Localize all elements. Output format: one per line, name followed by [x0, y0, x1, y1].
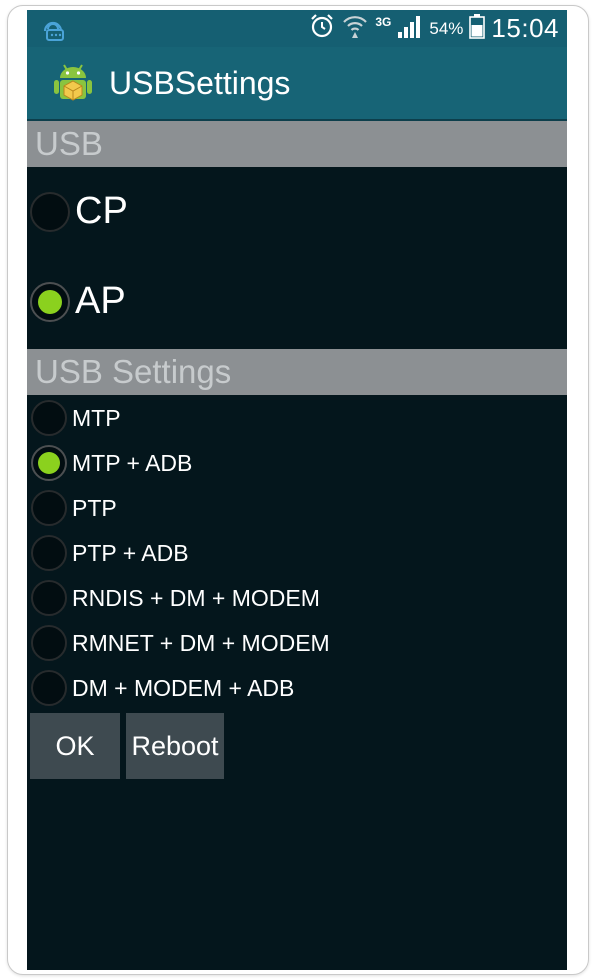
radio-button[interactable] — [31, 580, 67, 616]
app-title: USBSettings — [109, 65, 291, 101]
radio-button[interactable] — [31, 445, 67, 481]
usb-setting-mtp-adb[interactable]: MTP + ADB — [31, 445, 567, 481]
usb-option-cp[interactable]: CP — [30, 190, 567, 233]
usb-setting-rndis-dm-modem[interactable]: RNDIS + DM + MODEM — [31, 580, 567, 616]
radio-button[interactable] — [31, 490, 67, 526]
reboot-button[interactable]: Reboot — [126, 713, 224, 779]
radio-button[interactable] — [31, 625, 67, 661]
signal-bars-icon — [397, 14, 423, 43]
alarm-icon — [309, 13, 335, 44]
network-notification-icon — [39, 15, 67, 43]
usb-setting-label: MTP — [72, 404, 121, 431]
usb-setting-label: MTP + ADB — [72, 449, 193, 476]
usb-setting-label: PTP + ADB — [72, 539, 189, 566]
app-bar: USBSettings — [27, 47, 567, 121]
phone-screen: 3G 54% 15:04 USBSettings USB CP AP USB S… — [27, 10, 567, 970]
radio-button[interactable] — [31, 535, 67, 571]
usb-setting-label: RMNET + DM + MODEM — [72, 629, 330, 656]
battery-percent: 54% — [429, 18, 464, 38]
android-app-icon — [50, 60, 96, 106]
usb-setting-label: RNDIS + DM + MODEM — [72, 584, 320, 611]
usb-setting-dm-modem-adb[interactable]: DM + MODEM + ADB — [31, 670, 567, 706]
usb-setting-label: DM + MODEM + ADB — [72, 674, 295, 701]
battery-icon — [469, 13, 486, 44]
usb-option-ap[interactable]: AP — [30, 280, 567, 323]
radio-button[interactable] — [31, 670, 67, 706]
usb-settings-section-header: USB Settings — [27, 349, 567, 395]
radio-button[interactable] — [31, 400, 67, 436]
wifi-icon — [341, 12, 369, 45]
status-bar: 3G 54% 15:04 — [27, 10, 567, 47]
status-clock: 15:04 — [491, 13, 559, 43]
usb-setting-ptp[interactable]: PTP — [31, 490, 567, 526]
network-type: 3G — [375, 14, 392, 29]
usb-section-header: USB — [27, 121, 567, 167]
radio-button[interactable] — [30, 281, 70, 322]
ok-button[interactable]: OK — [30, 713, 120, 779]
usb-option-label: AP — [75, 280, 126, 322]
usb-option-label: CP — [75, 190, 128, 232]
usb-setting-rmnet-dm-modem[interactable]: RMNET + DM + MODEM — [31, 625, 567, 661]
usb-setting-label: PTP — [72, 494, 117, 521]
usb-setting-mtp[interactable]: MTP — [31, 400, 567, 436]
radio-button[interactable] — [30, 191, 70, 232]
usb-setting-ptp-adb[interactable]: PTP + ADB — [31, 535, 567, 571]
